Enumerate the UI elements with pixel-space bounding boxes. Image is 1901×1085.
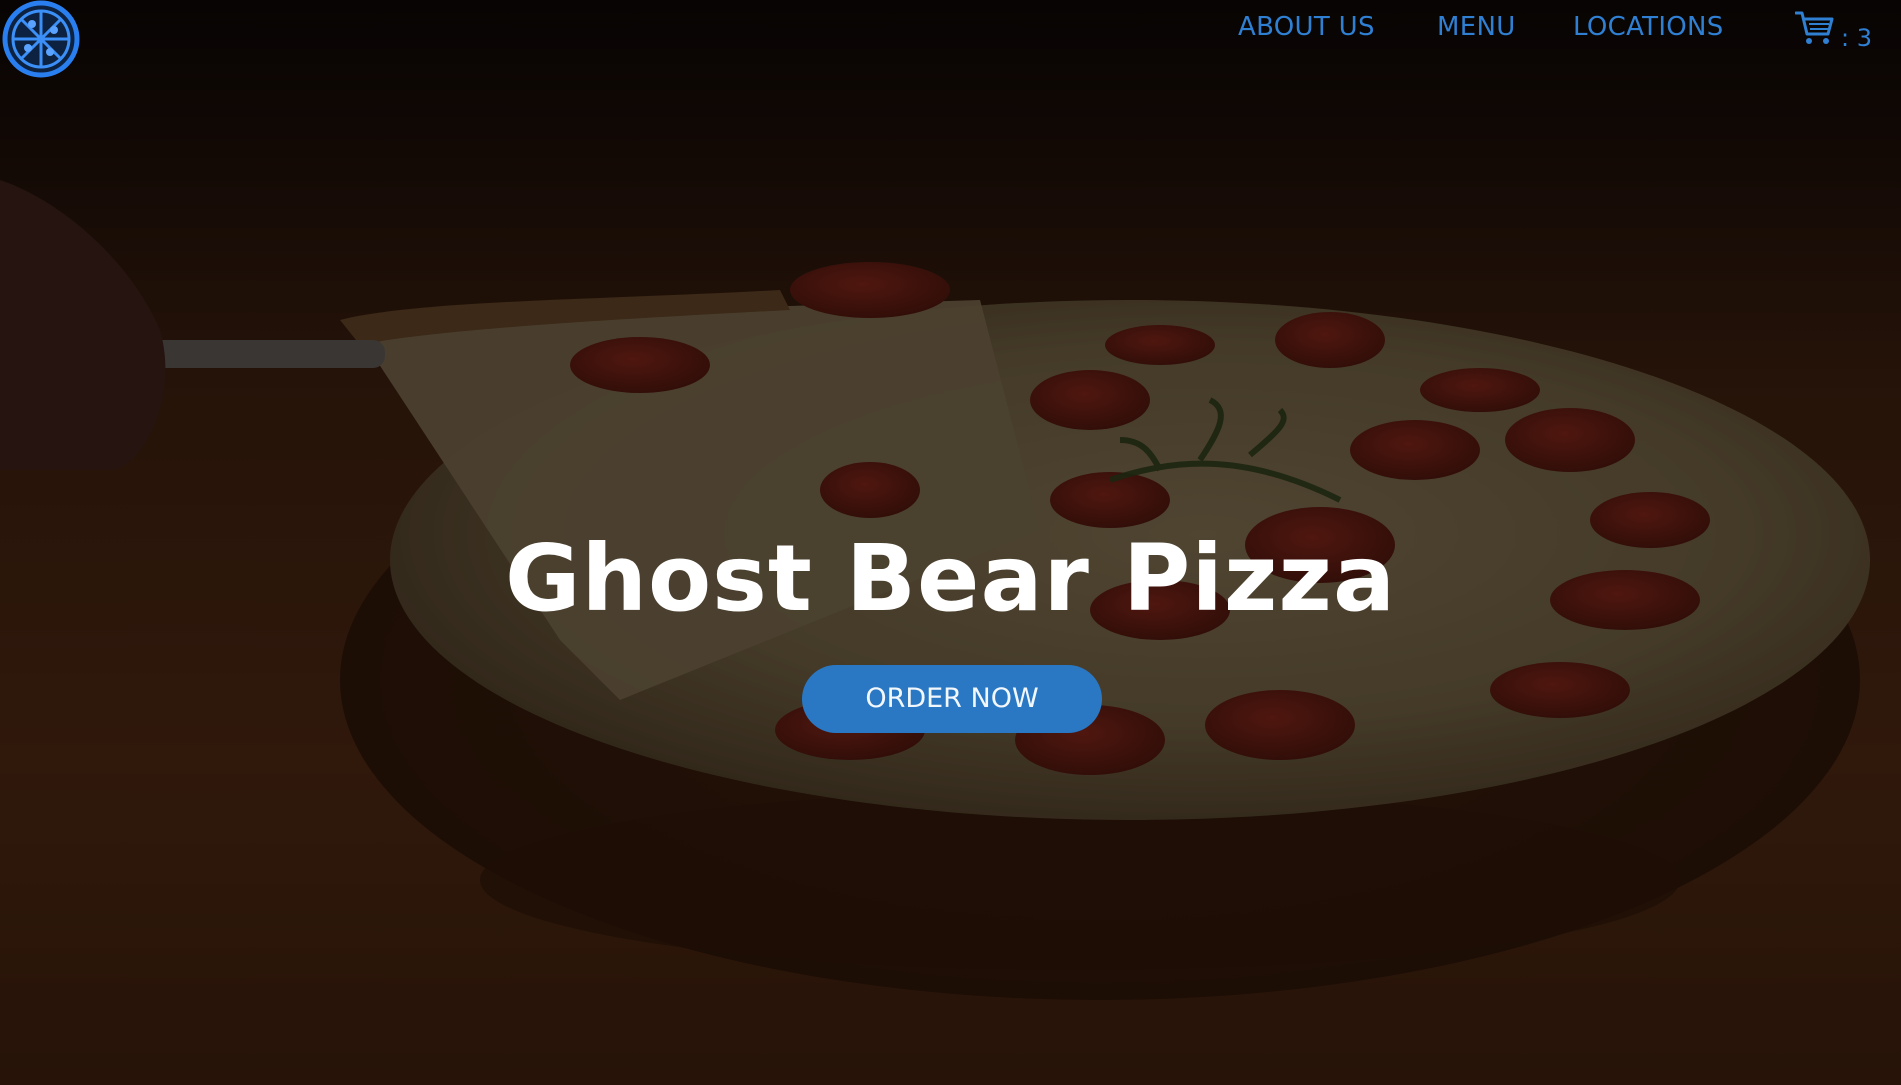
nav-link-menu[interactable]: MENU [1437,9,1516,45]
order-now-button[interactable]: ORDER NOW [802,665,1102,733]
pizza-logo-icon[interactable] [2,0,80,78]
nav-link-about-us[interactable]: ABOUT US [1238,9,1375,45]
cart-count: : 3 [1841,24,1872,52]
top-navigation-bar: ABOUT US MENU LOCATIONS : 3 [0,0,1901,80]
nav-link-locations[interactable]: LOCATIONS [1573,9,1724,45]
landing-page: ABOUT US MENU LOCATIONS : 3 Ghost Bear P… [0,0,1901,1085]
cart-button[interactable]: : 3 [1795,8,1885,52]
hero-title: Ghost Bear Pizza [504,525,1397,632]
cart-icon [1795,11,1834,44]
